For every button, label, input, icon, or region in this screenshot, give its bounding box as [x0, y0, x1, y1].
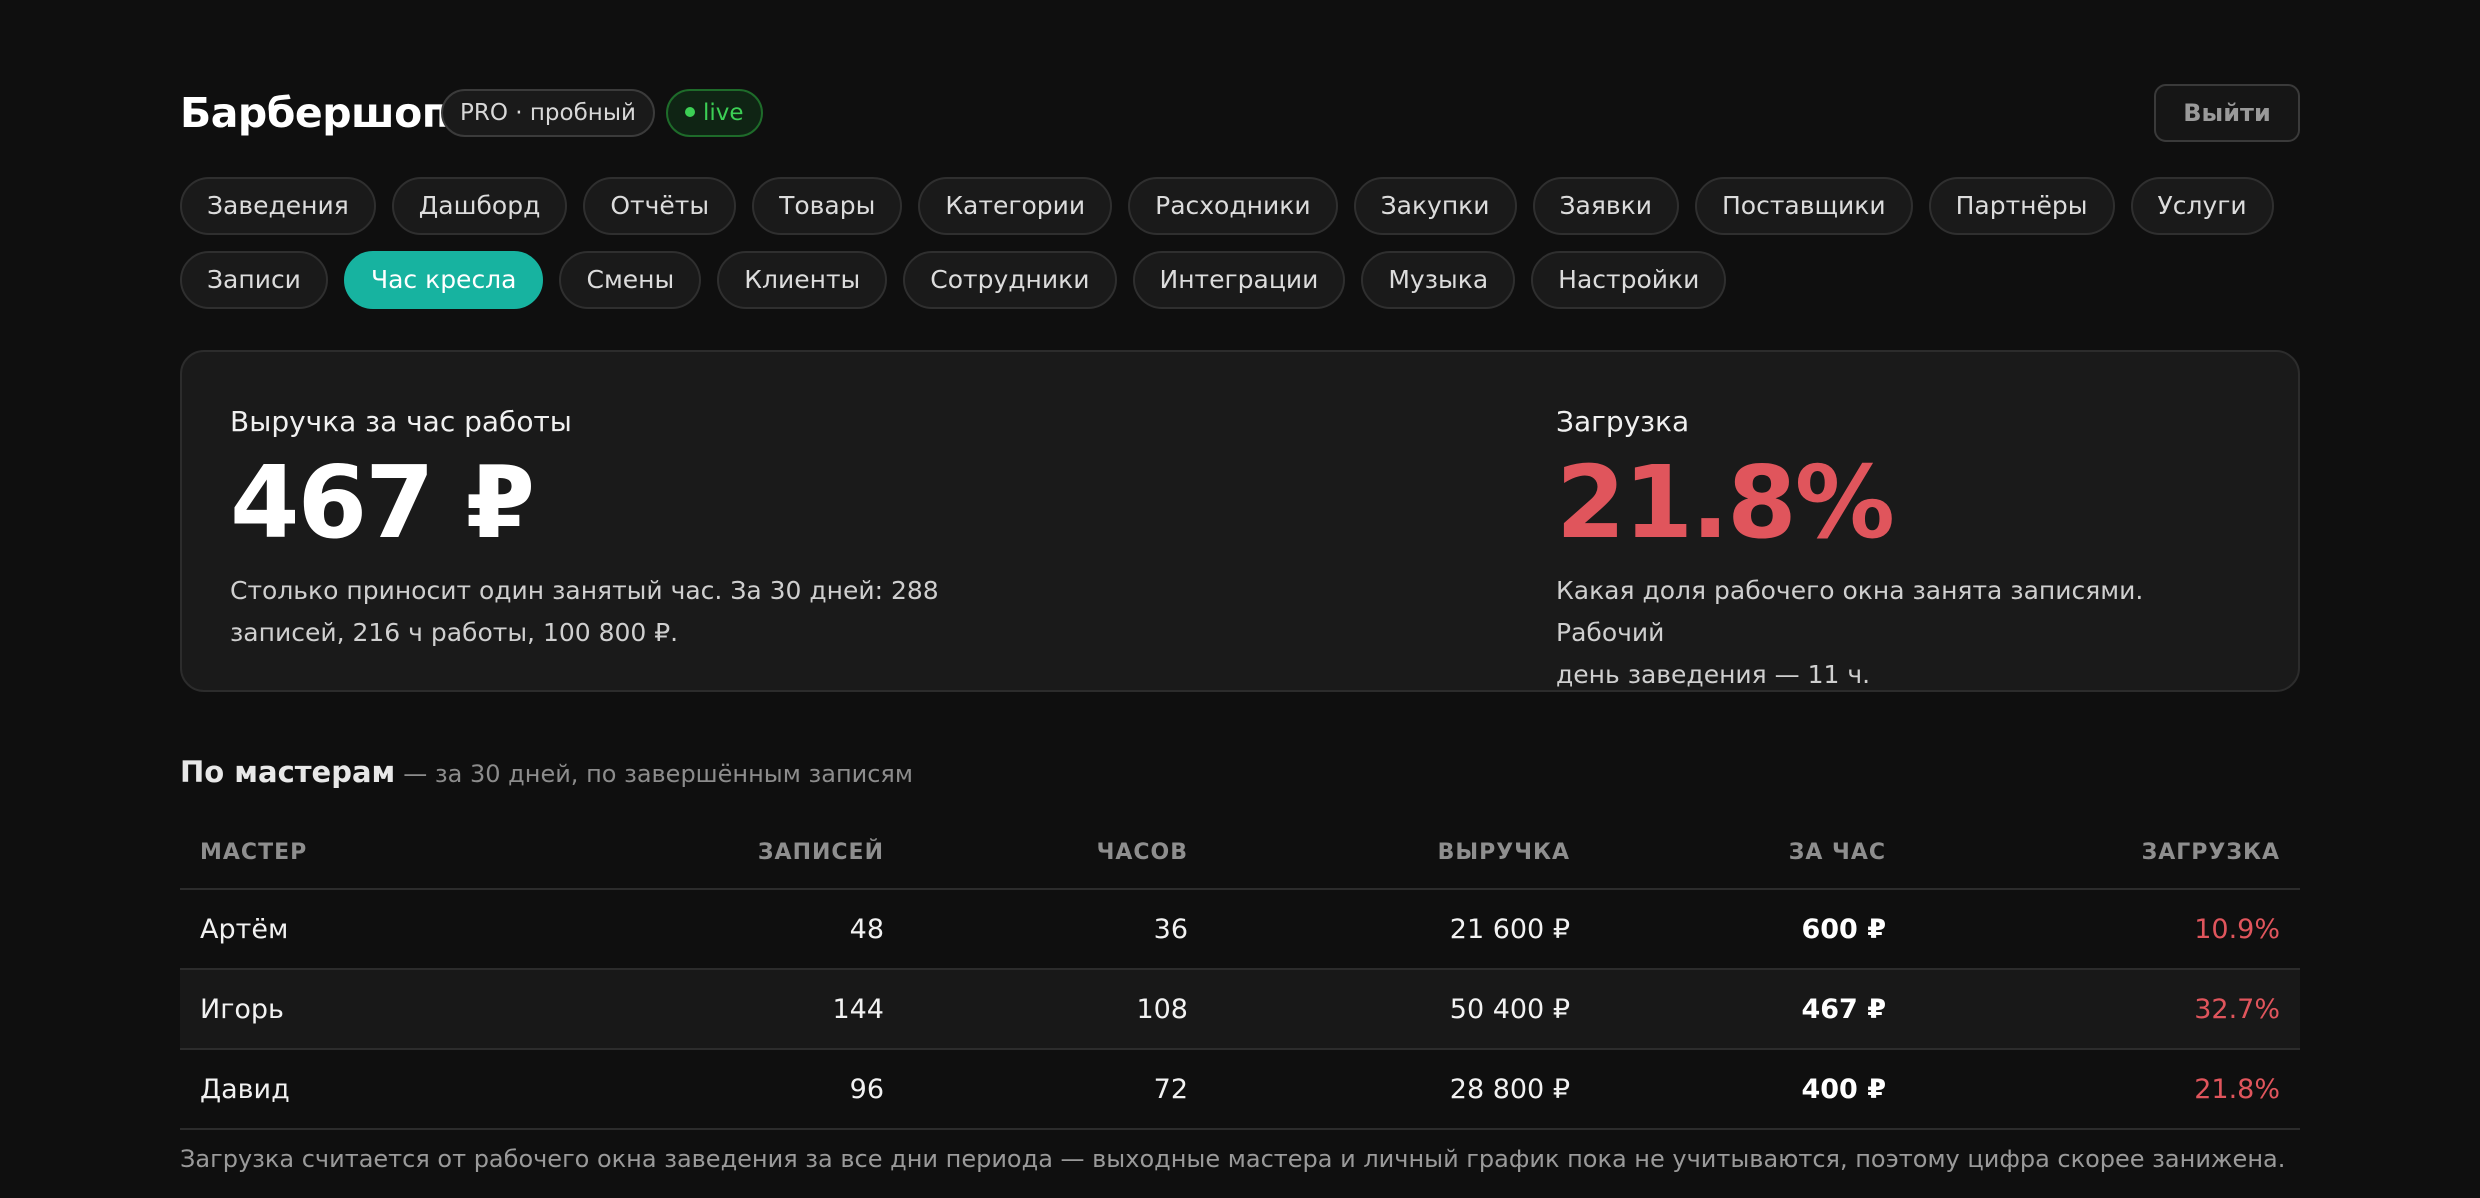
nav-row-2: Записи Час кресла Смены Клиенты Сотрудники Ин…: [180, 251, 1742, 309]
col-header-load[interactable]: ЗАГРУЗКА: [2142, 816, 2280, 888]
nav-tab-reports[interactable]: Отчёты: [583, 177, 737, 235]
table-row: Давид 96 72 28 800 ₽ 400 ₽ 21.8%: [180, 1050, 2300, 1130]
masters-section-title: По мастерам — за 30 дней, по завершённым …: [180, 752, 913, 792]
nav-tab-purchases[interactable]: Закупки: [1353, 177, 1517, 235]
cell-hours: 108: [1136, 993, 1188, 1025]
cell-load: 32.7%: [2194, 993, 2280, 1025]
nav-tab-products[interactable]: Товары: [752, 177, 903, 235]
col-header-master[interactable]: МАСТЕР: [200, 816, 307, 888]
cell-per-hour: 400 ₽: [1801, 1073, 1886, 1105]
col-header-records[interactable]: ЗАПИСЕЙ: [758, 816, 884, 888]
cell-revenue: 28 800 ₽: [1449, 1073, 1570, 1105]
nav-tab-partners[interactable]: Партнёры: [1928, 177, 2115, 235]
load-desc-line-2: день заведения — 11 ч.: [1556, 660, 1871, 689]
cell-records: 48: [849, 913, 884, 945]
live-dot-icon: [685, 107, 695, 117]
nav-tab-categories[interactable]: Категории: [918, 177, 1113, 235]
revenue-desc-line-2: записей, 216 ч работы, 100 800 ₽.: [230, 618, 679, 647]
load-value: 21.8%: [1556, 444, 1895, 561]
nav-tab-services[interactable]: Услуги: [2130, 177, 2274, 235]
logout-button[interactable]: Выйти: [2154, 84, 2300, 142]
cell-records: 96: [849, 1073, 884, 1105]
cell-per-hour: 600 ₽: [1801, 913, 1886, 945]
nav-tab-dashboard[interactable]: Дашборд: [391, 177, 568, 235]
col-header-per-hour[interactable]: ЗА ЧАС: [1789, 816, 1886, 888]
cell-records: 144: [832, 993, 884, 1025]
load-stat: Загрузка 21.8% Какая доля рабочего окна …: [1556, 402, 2256, 696]
nav-tab-music[interactable]: Музыка: [1361, 251, 1516, 309]
nav-tab-integrations[interactable]: Интеграции: [1132, 251, 1346, 309]
cell-hours: 36: [1153, 913, 1188, 945]
table-row: Игорь 144 108 50 400 ₽ 467 ₽ 32.7%: [180, 970, 2300, 1050]
nav-tab-suppliers[interactable]: Поставщики: [1695, 177, 1913, 235]
revenue-desc-line-1: Столько приносит один занятый час. За 30…: [230, 576, 939, 605]
load-desc-line-1: Какая доля рабочего окна занята записями…: [1556, 576, 2144, 647]
cell-master-name: Игорь: [200, 993, 284, 1025]
masters-title: По мастерам: [180, 755, 396, 789]
table-row: Артём 48 36 21 600 ₽ 600 ₽ 10.9%: [180, 890, 2300, 970]
table-header: МАСТЕР ЗАПИСЕЙ ЧАСОВ ВЫРУЧКА ЗА ЧАС ЗАГР…: [180, 816, 2300, 890]
masters-subtitle: — за 30 дней, по завершённым записям: [403, 760, 913, 788]
page-title: Барбершоп: [180, 89, 450, 137]
nav-tab-chair-hour[interactable]: Час кресла: [343, 251, 544, 309]
nav-tab-consumables[interactable]: Расходники: [1128, 177, 1338, 235]
cell-load: 10.9%: [2194, 913, 2280, 945]
cell-hours: 72: [1153, 1073, 1188, 1105]
nav-tab-staff[interactable]: Сотрудники: [903, 251, 1117, 309]
nav-tab-requests[interactable]: Заявки: [1532, 177, 1679, 235]
revenue-stat: Выручка за час работы 467 ₽ Столько прин…: [230, 402, 990, 654]
col-header-revenue[interactable]: ВЫРУЧКА: [1438, 816, 1570, 888]
nav-tab-appointments[interactable]: Записи: [180, 251, 328, 309]
nav-tab-settings[interactable]: Настройки: [1531, 251, 1727, 309]
nav-tab-shifts[interactable]: Смены: [559, 251, 702, 309]
summary-card: Выручка за час работы 467 ₽ Столько прин…: [180, 350, 2300, 692]
cell-per-hour: 467 ₽: [1801, 993, 1886, 1025]
masters-table: МАСТЕР ЗАПИСЕЙ ЧАСОВ ВЫРУЧКА ЗА ЧАС ЗАГР…: [180, 816, 2300, 1130]
cell-revenue: 50 400 ₽: [1449, 993, 1570, 1025]
load-label: Загрузка: [1556, 405, 1690, 438]
nav-tab-clients[interactable]: Клиенты: [717, 251, 888, 309]
cell-master-name: Давид: [200, 1073, 290, 1105]
plan-badge: PRO · пробный: [441, 89, 655, 137]
nav-row-1: Заведения Дашборд Отчёты Товары Категории Рас…: [180, 177, 2290, 235]
revenue-label: Выручка за час работы: [230, 405, 572, 438]
footnote: Загрузка считается от рабочего окна заве…: [180, 1145, 2286, 1173]
nav-tab-venues[interactable]: Заведения: [180, 177, 376, 235]
revenue-description: Столько приносит один занятый час. За 30…: [230, 570, 990, 654]
live-badge-label: live: [703, 100, 744, 126]
col-header-hours[interactable]: ЧАСОВ: [1097, 816, 1188, 888]
live-badge: live: [666, 89, 763, 137]
cell-master-name: Артём: [200, 913, 289, 945]
header: Барбершоп PRO · пробный live Выйти: [180, 84, 2300, 142]
cell-load: 21.8%: [2194, 1073, 2280, 1105]
load-description: Какая доля рабочего окна занята записями…: [1556, 570, 2256, 696]
revenue-value: 467 ₽: [230, 444, 535, 561]
cell-revenue: 21 600 ₽: [1449, 913, 1570, 945]
